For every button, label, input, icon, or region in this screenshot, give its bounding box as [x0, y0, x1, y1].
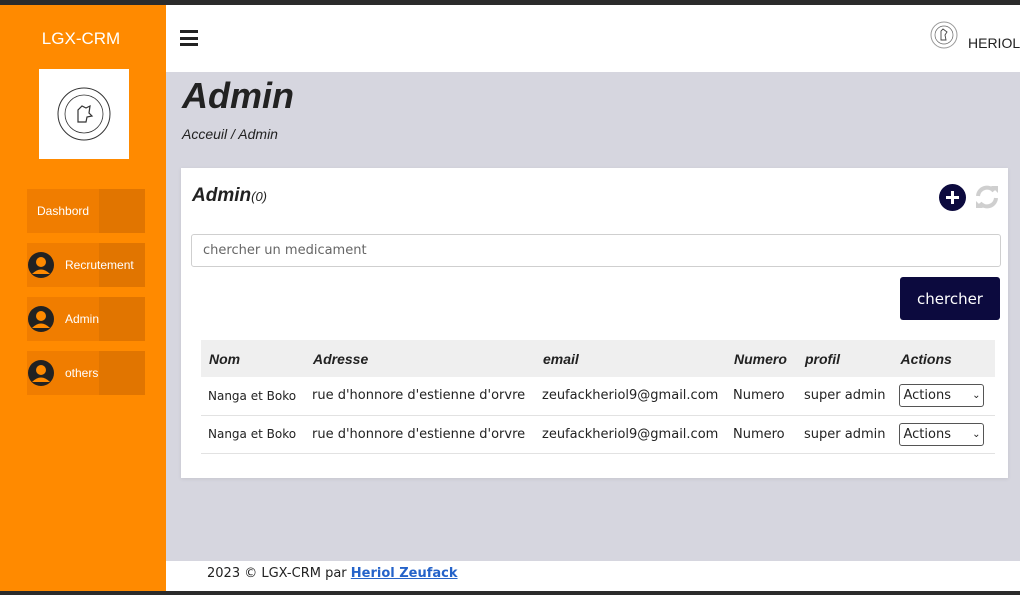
sidebar-item-others[interactable]: others — [27, 351, 145, 395]
sidebar-item-label: Dashbord — [37, 204, 90, 218]
add-icon[interactable] — [939, 184, 966, 211]
cell-profil: super admin — [797, 377, 893, 416]
cell-email: zeufackheriol9@gmail.com — [535, 377, 726, 416]
footer-text: 2023 © LGX-CRM par — [207, 566, 347, 581]
chevron-down-icon: ⌄ — [972, 390, 981, 402]
cell-actions: Actions ⌄ — [892, 377, 995, 416]
page-title: Admin — [182, 75, 294, 116]
sidebar-item-recrutement[interactable]: Recrutement — [27, 243, 145, 287]
column-header-nom[interactable]: Nom — [201, 340, 305, 377]
actions-dropdown-value: Actions — [903, 426, 951, 442]
brand-name: LGX-CRM — [41, 29, 121, 48]
user-name[interactable]: HERIOL — [968, 35, 1020, 51]
author-link[interactable]: Heriol Zeufack — [351, 566, 458, 581]
search-input[interactable] — [191, 234, 1001, 267]
sidebar: LGX-CRM Dashbord Recrutement Admin other… — [0, 5, 166, 591]
menu-toggle-icon[interactable] — [180, 30, 198, 46]
admin-table: Nom Adresse email Numero profil Actions … — [201, 340, 995, 454]
user-avatar[interactable] — [930, 21, 958, 49]
search-button[interactable]: chercher — [900, 277, 1000, 320]
user-icon — [28, 306, 54, 332]
cell-email: zeufackheriol9@gmail.com — [535, 415, 726, 454]
sidebar-item-dashbord[interactable]: Dashbord — [27, 189, 145, 233]
admin-card: Admin(0) chercher Nom Adresse email Nume… — [181, 168, 1008, 478]
column-header-numero[interactable]: Numero — [726, 340, 797, 377]
cell-nom: Nanga et Boko — [201, 377, 305, 416]
cell-profil: super admin — [797, 415, 893, 454]
actions-dropdown-value: Actions — [903, 388, 951, 404]
column-header-actions[interactable]: Actions — [892, 340, 995, 377]
card-title: Admin(0) — [192, 185, 267, 207]
cell-numero: Numero — [726, 377, 797, 416]
footer: 2023 © LGX-CRM par Heriol Zeufack — [166, 561, 1020, 591]
column-header-adresse[interactable]: Adresse — [305, 340, 535, 377]
company-logo — [39, 69, 129, 159]
user-icon — [28, 360, 54, 386]
column-header-profil[interactable]: profil — [797, 340, 893, 377]
cell-nom: Nanga et Boko — [201, 415, 305, 454]
sidebar-item-label: Recrutement — [65, 258, 134, 272]
topbar: HERIOL — [166, 5, 1020, 72]
actions-dropdown[interactable]: Actions ⌄ — [899, 422, 985, 446]
sidebar-item-label: others — [65, 366, 99, 380]
actions-dropdown[interactable]: Actions ⌄ — [899, 384, 985, 408]
table-header-row: Nom Adresse email Numero profil Actions — [201, 340, 995, 377]
table-row: Nanga et Boko rue d'honnore d'estienne d… — [201, 377, 995, 416]
cell-actions: Actions ⌄ — [892, 415, 995, 454]
app-frame: LGX-CRM Dashbord Recrutement Admin other… — [0, 5, 1020, 591]
breadcrumb: Acceuil / Admin — [182, 126, 278, 142]
refresh-icon[interactable] — [973, 183, 1001, 211]
chevron-down-icon: ⌄ — [972, 428, 981, 440]
cell-adresse: rue d'honnore d'estienne d'orvre — [305, 415, 535, 454]
sidebar-item-admin[interactable]: Admin — [27, 297, 145, 341]
sidebar-item-label: Admin — [65, 312, 100, 326]
card-title-text: Admin — [192, 185, 252, 206]
user-icon — [28, 252, 54, 278]
record-count: (0) — [251, 189, 267, 204]
column-header-email[interactable]: email — [535, 340, 726, 377]
cell-adresse: rue d'honnore d'estienne d'orvre — [305, 377, 535, 416]
cell-numero: Numero — [726, 415, 797, 454]
table-row: Nanga et Boko rue d'honnore d'estienne d… — [201, 415, 995, 454]
